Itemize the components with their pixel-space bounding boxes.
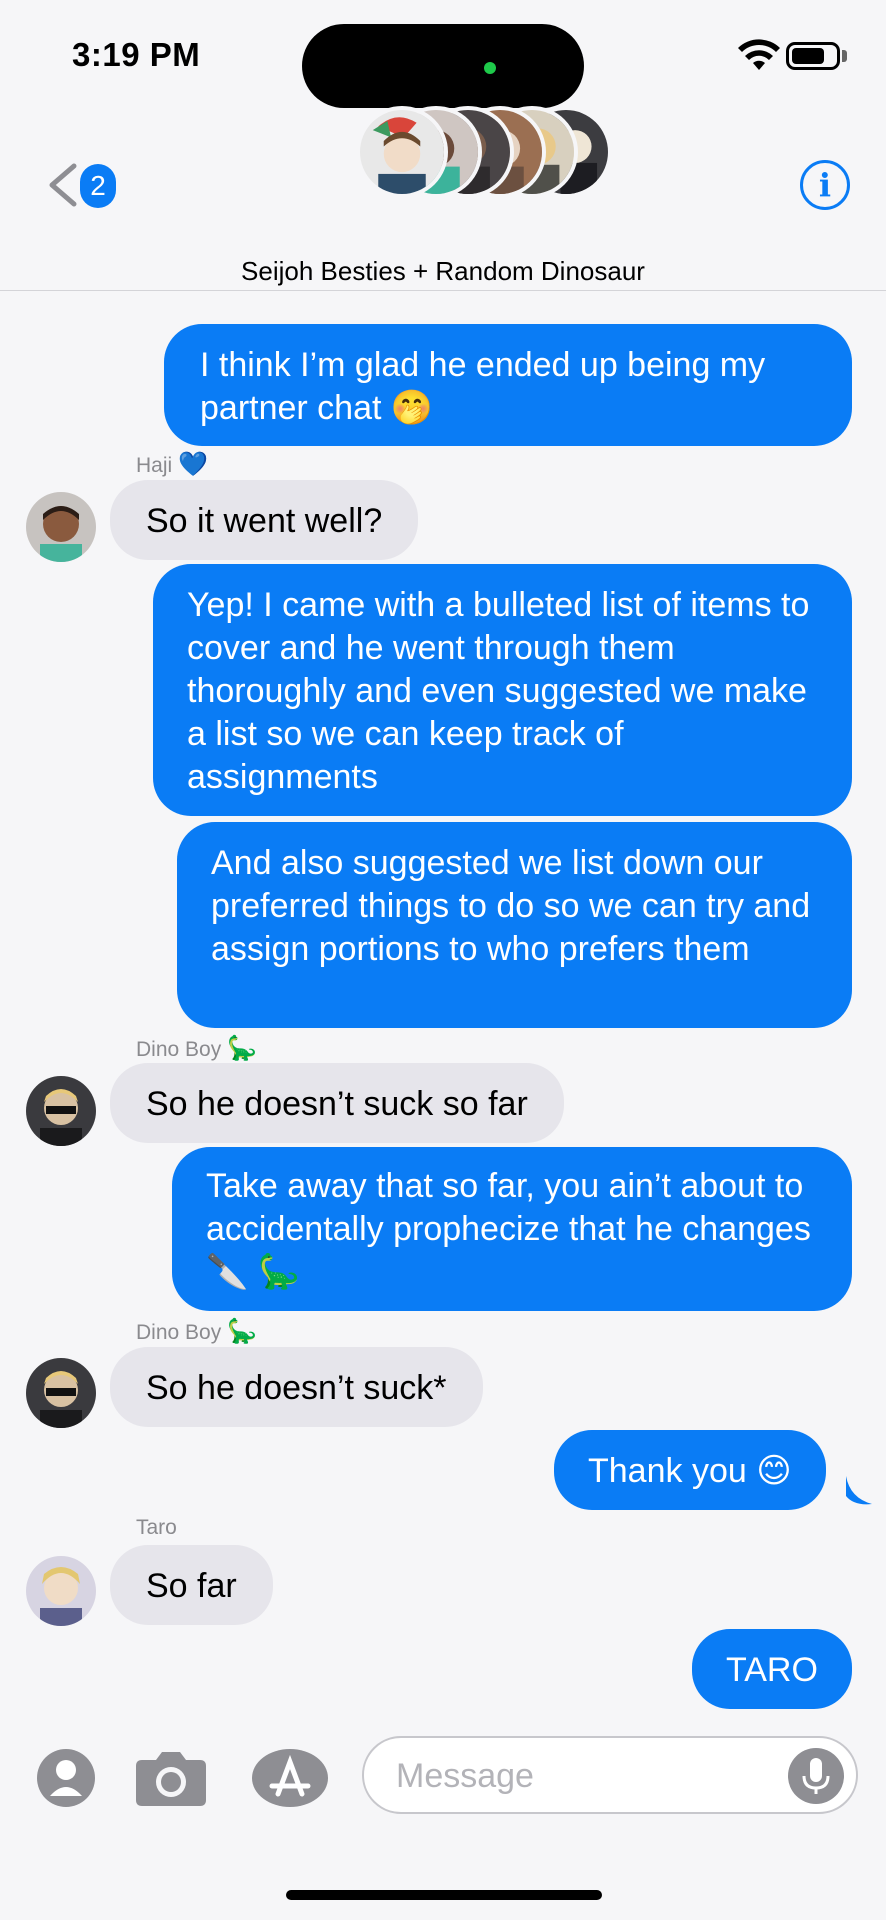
group-avatar: [356, 106, 448, 198]
sender-name: Dino Boy 🦕: [136, 1318, 257, 1345]
unread-count-badge[interactable]: 2: [80, 164, 116, 208]
avatar[interactable]: [26, 1358, 96, 1428]
camera-indicator-icon: [484, 62, 496, 74]
microphone-icon[interactable]: [788, 1748, 844, 1804]
contact-icon[interactable]: [36, 1748, 96, 1808]
message-input[interactable]: [396, 1750, 776, 1802]
message-bubble-incoming[interactable]: So he doesn’t suck so far: [110, 1063, 564, 1143]
wifi-icon: [738, 39, 780, 70]
message-bubble-outgoing[interactable]: I think I’m glad he ended up being my pa…: [164, 324, 852, 446]
group-name[interactable]: Seijoh Besties + Random Dinosaur: [0, 256, 886, 287]
back-chevron-icon[interactable]: [44, 162, 80, 208]
avatar[interactable]: [26, 1556, 96, 1626]
app-store-icon[interactable]: [250, 1748, 330, 1808]
message-bubble-incoming[interactable]: So it went well?: [110, 480, 419, 560]
camera-icon[interactable]: [134, 1748, 208, 1808]
avatar[interactable]: [26, 1076, 96, 1146]
status-time: 3:19 PM: [72, 36, 201, 73]
message-bubble-outgoing[interactable]: Thank you 😊: [554, 1430, 826, 1510]
dynamic-island: [302, 24, 584, 108]
message-bubble-outgoing[interactable]: And also suggested we list down our pref…: [177, 822, 852, 1028]
message-bubble-outgoing[interactable]: TARO: [692, 1629, 852, 1709]
avatar[interactable]: [26, 492, 96, 562]
message-bubble-incoming[interactable]: So he doesn’t suck*: [110, 1347, 483, 1427]
message-input-field[interactable]: [362, 1736, 858, 1814]
battery-icon: [786, 42, 840, 70]
group-avatar-stack[interactable]: [356, 106, 616, 202]
info-button[interactable]: i: [800, 160, 850, 210]
header-divider: [0, 290, 886, 291]
message-bubble-incoming[interactable]: So far: [110, 1545, 273, 1625]
sender-name: Dino Boy 🦕: [136, 1035, 257, 1062]
sender-name: Taro: [136, 1516, 177, 1539]
message-bubble-outgoing[interactable]: Yep! I came with a bulleted list of item…: [153, 564, 852, 816]
message-bubble-outgoing[interactable]: Take away that so far, you ain’t about t…: [172, 1147, 852, 1311]
sender-name: Haji 💙: [136, 451, 208, 478]
bubble-tail: [846, 1476, 872, 1505]
battery-cap: [842, 50, 847, 62]
home-indicator: [286, 1890, 602, 1900]
